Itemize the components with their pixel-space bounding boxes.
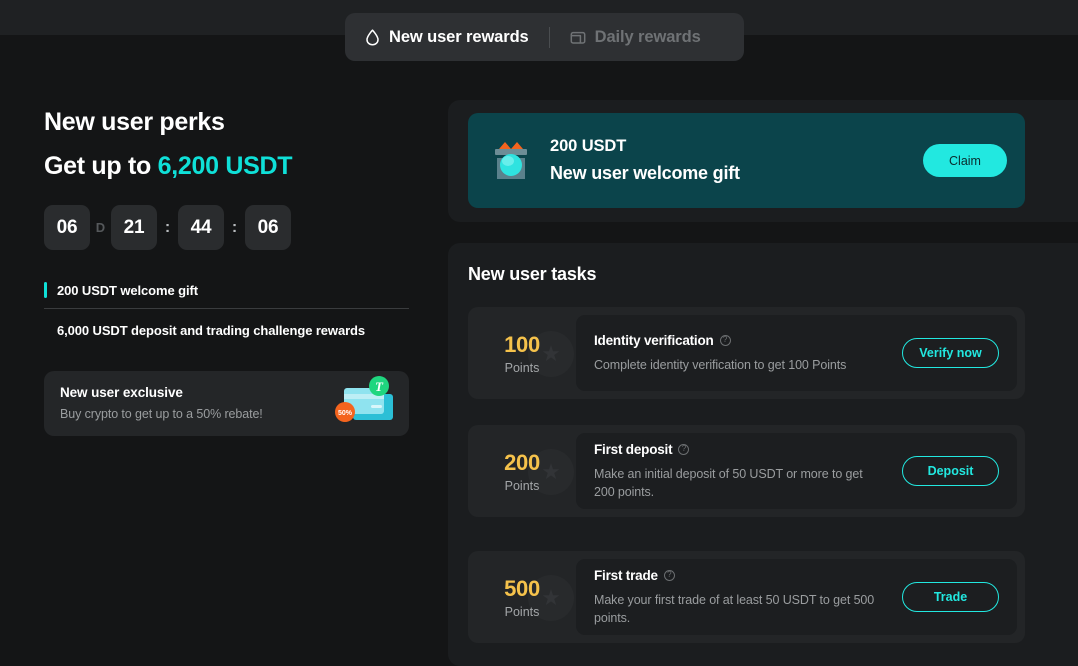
- help-circle-icon[interactable]: ?: [678, 443, 690, 455]
- svg-text:50%: 50%: [338, 410, 353, 417]
- task-row: ★ 500 Points First trade ? Make your fir…: [468, 551, 1025, 643]
- wallet-icon: [570, 30, 586, 45]
- countdown-timer: 06 D 21 : 44 : 06: [44, 205, 409, 250]
- svg-text:T: T: [375, 379, 384, 394]
- task-body: Identity verification ? Complete identit…: [576, 315, 1017, 391]
- task-points-label: Points: [504, 604, 540, 619]
- task-points-label: Points: [504, 478, 540, 493]
- task-description: Complete identity verification to get 10…: [594, 357, 847, 372]
- task-points-value: 100: [504, 331, 540, 357]
- perk-item[interactable]: 6,000 USDT deposit and trading challenge…: [44, 309, 409, 351]
- task-row: ★ 200 Points First deposit ? Make an ini…: [468, 425, 1025, 517]
- task-title-row: First deposit ?: [594, 442, 888, 457]
- gift-texts: 200 USDT New user welcome gift: [550, 137, 923, 184]
- claim-button[interactable]: Claim: [923, 144, 1007, 177]
- task-title-row: First trade ?: [594, 568, 888, 583]
- task-description: Make an initial deposit of 50 USDT or mo…: [594, 466, 863, 499]
- tab-daily-rewards[interactable]: Daily rewards: [550, 13, 721, 61]
- perk-item-active[interactable]: 200 USDT welcome gift: [44, 272, 409, 308]
- page-subtitle: Get up to 6,200 USDT: [44, 149, 409, 183]
- task-points-label: Points: [504, 360, 540, 375]
- timer-separator-1: :: [164, 218, 171, 236]
- timer-days-unit: D: [95, 220, 106, 235]
- perk-active-marker: [44, 282, 47, 298]
- task-action-button[interactable]: Trade: [902, 582, 999, 612]
- task-title: Identity verification: [594, 332, 714, 348]
- gift-title: New user welcome gift: [550, 163, 740, 183]
- tab-label: New user rewards: [389, 27, 529, 46]
- tab-new-user-rewards[interactable]: New user rewards: [345, 13, 549, 61]
- task-texts: First trade ? Make your first trade of a…: [594, 568, 902, 627]
- page-subtitle-amount: 6,200 USDT: [157, 152, 293, 180]
- credit-cards-icon: T 50%: [331, 374, 401, 437]
- perk-label: 200 USDT welcome gift: [57, 282, 198, 298]
- task-points: ★ 500 Points: [468, 551, 576, 643]
- tab-label: Daily rewards: [594, 27, 701, 46]
- welcome-gift-banner: 200 USDT New user welcome gift Claim: [468, 113, 1025, 208]
- task-points-value: 500: [504, 575, 540, 601]
- task-title: First trade: [594, 567, 658, 583]
- help-circle-icon[interactable]: ?: [719, 334, 731, 346]
- timer-minutes: 44: [178, 205, 224, 250]
- task-texts: First deposit ? Make an initial deposit …: [594, 442, 902, 501]
- gift-box-icon: [486, 136, 536, 186]
- page-title: New user perks: [44, 108, 225, 136]
- task-texts: Identity verification ? Complete identit…: [594, 333, 902, 374]
- task-description: Make your first trade of at least 50 USD…: [594, 592, 875, 625]
- flame-icon: [365, 28, 380, 46]
- tasks-section-title: New user tasks: [468, 264, 597, 284]
- task-points: ★ 200 Points: [468, 425, 576, 517]
- task-body: First deposit ? Make an initial deposit …: [576, 433, 1017, 509]
- task-action-button[interactable]: Verify now: [902, 338, 999, 368]
- new-user-exclusive-card[interactable]: New user exclusive Buy crypto to get up …: [44, 371, 409, 436]
- help-circle-icon[interactable]: ?: [663, 569, 675, 581]
- task-row: ★ 100 Points Identity verification ? Com…: [468, 307, 1025, 399]
- page-subtitle-prefix: Get up to: [44, 152, 158, 180]
- task-points: ★ 100 Points: [468, 307, 576, 399]
- timer-days: 06: [44, 205, 90, 250]
- task-body: First trade ? Make your first trade of a…: [576, 559, 1017, 635]
- left-column: New user perks Get up to 6,200 USDT 06 D…: [44, 105, 409, 436]
- timer-seconds: 06: [245, 205, 291, 250]
- timer-hours: 21: [111, 205, 157, 250]
- timer-separator-2: :: [231, 218, 238, 236]
- perk-label: 6,000 USDT deposit and trading challenge…: [57, 322, 366, 338]
- task-points-value: 200: [504, 449, 540, 475]
- gift-amount: 200 USDT: [550, 137, 627, 155]
- tab-bar: New user rewards Daily rewards: [345, 13, 744, 61]
- task-action-button[interactable]: Deposit: [902, 456, 999, 486]
- task-title: First deposit: [594, 441, 673, 457]
- task-title-row: Identity verification ?: [594, 333, 888, 348]
